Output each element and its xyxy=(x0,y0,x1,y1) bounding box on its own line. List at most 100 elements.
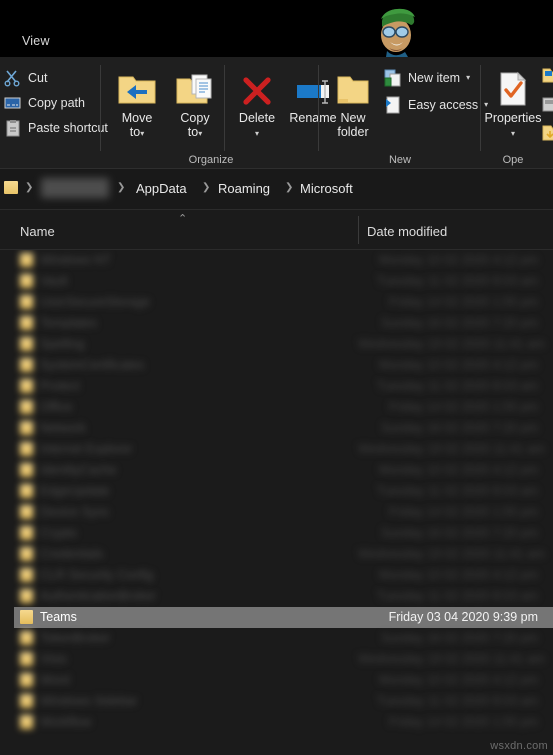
folder-icon xyxy=(20,715,33,729)
table-row[interactable]: Word Monday 10 02 2020 4:12 pm xyxy=(14,670,553,691)
easy-access-label: Easy access xyxy=(408,97,479,112)
breadcrumb-item-appdata[interactable]: AppData xyxy=(136,181,187,196)
file-name: Network xyxy=(40,421,86,435)
table-row[interactable]: Office Friday 14 02 2020 1:55 pm xyxy=(14,397,553,418)
copy-to-label-2: to▾ xyxy=(187,125,203,139)
move-to-label-1: Move xyxy=(121,111,153,125)
table-row[interactable]: Teams Friday 03 04 2020 9:39 pm xyxy=(14,607,553,628)
file-explorer-window: View Cut Copy path Paste shortcut Move t… xyxy=(0,0,553,755)
file-list[interactable]: Windows NT Monday 10 02 2020 4:12 pm Vault… xyxy=(0,250,553,755)
file-date-modified: Tuesday 11 02 2020 8:03 am xyxy=(376,379,538,393)
file-name: TokenBroker xyxy=(40,631,111,645)
folder-icon xyxy=(20,463,33,477)
properties-label: Properties xyxy=(484,111,542,125)
file-name: Windows Sidebar xyxy=(40,694,138,708)
file-name: SystemCertificates xyxy=(40,358,145,372)
file-date-modified: Sunday 16 02 2020 7:20 pm xyxy=(380,631,538,645)
folder-icon xyxy=(20,400,33,414)
table-row[interactable]: TokenBroker Sunday 16 02 2020 7:20 pm xyxy=(14,628,553,649)
table-row[interactable]: Device Sync Friday 14 02 2020 1:55 pm xyxy=(14,502,553,523)
folder-icon xyxy=(20,589,33,603)
paste-shortcut-label: Paste shortcut xyxy=(28,120,108,135)
watermark: wsxdn.com xyxy=(490,740,548,752)
table-row[interactable]: Templates Sunday 16 02 2020 7:20 pm xyxy=(14,313,553,334)
move-to-caret[interactable]: ▾ xyxy=(140,129,144,138)
new-item-button[interactable]: New item ▾ xyxy=(382,66,470,89)
easy-access-button[interactable]: Easy access ▾ xyxy=(382,93,488,116)
table-row[interactable]: Network Sunday 16 02 2020 7:20 pm xyxy=(14,418,553,439)
breadcrumb-separator-2: ❯ xyxy=(202,182,211,193)
table-row[interactable]: Windows NT Monday 10 02 2020 4:12 pm xyxy=(14,250,553,271)
table-row[interactable]: Vault Tuesday 11 02 2020 8:03 am xyxy=(14,271,553,292)
file-name: EdgeUpdate xyxy=(40,484,110,498)
file-name: Device Sync xyxy=(40,505,110,519)
file-date-modified: Tuesday 11 02 2020 8:03 am xyxy=(376,484,538,498)
table-row[interactable]: CLR Security Config Monday 10 02 2020 4:1… xyxy=(14,565,553,586)
breadcrumb-bar: ❯ ❯ AppData ❯ Roaming ❯ Microsoft xyxy=(0,169,553,210)
table-row[interactable]: Windows Sidebar Tuesday 11 02 2020 8:03 a… xyxy=(14,691,553,712)
new-folder-button[interactable]: New folder xyxy=(324,65,382,139)
breadcrumb-item-microsoft[interactable]: Microsoft xyxy=(300,181,353,196)
history-button-icon[interactable] xyxy=(542,125,553,148)
table-row[interactable]: Spelling Wednesday 19 02 2020 11:41 am xyxy=(14,334,553,355)
sort-ascending-icon: ⌃ xyxy=(178,213,188,225)
copy-path-button[interactable]: Copy path xyxy=(2,91,85,114)
folder-icon xyxy=(20,484,33,498)
table-row[interactable]: Workflow Friday 14 02 2020 1:55 pm xyxy=(14,712,553,733)
file-date-modified: Monday 10 02 2020 4:12 pm xyxy=(378,358,538,372)
file-date-modified: Wednesday 19 02 2020 11:41 am xyxy=(358,652,545,666)
folder-icon xyxy=(20,652,33,666)
tab-view[interactable]: View xyxy=(22,34,50,48)
table-row[interactable]: Protect Tuesday 11 02 2020 8:03 am xyxy=(14,376,553,397)
table-row[interactable]: Visio Wednesday 19 02 2020 11:41 am xyxy=(14,649,553,670)
new-group-label: New xyxy=(388,154,411,166)
properties-caret[interactable]: ▾ xyxy=(511,129,515,138)
folder-icon xyxy=(20,379,33,393)
copy-to-button[interactable]: Copy to▾ xyxy=(166,65,224,141)
column-header-name[interactable]: Name xyxy=(20,224,55,239)
file-date-modified: Friday 14 02 2020 1:55 pm xyxy=(388,715,538,729)
table-row[interactable]: EdgeUpdate Tuesday 11 02 2020 8:03 am xyxy=(14,481,553,502)
file-name: Windows NT xyxy=(40,253,111,267)
paste-shortcut-button[interactable]: Paste shortcut xyxy=(2,116,108,139)
file-name: Internet Explorer xyxy=(40,442,133,456)
column-divider[interactable] xyxy=(358,216,359,244)
open-button-icon[interactable] xyxy=(542,67,553,88)
file-name: Credentials xyxy=(40,547,104,561)
scissors-icon xyxy=(4,69,22,87)
copy-to-caret[interactable]: ▾ xyxy=(198,129,202,138)
ribbon-separator-4 xyxy=(480,65,481,151)
table-row[interactable]: Credentials Wednesday 19 02 2020 11:41 am xyxy=(14,544,553,565)
cut-label: Cut xyxy=(28,70,48,85)
file-name: Templates xyxy=(40,316,97,330)
file-name: Visio xyxy=(40,652,67,666)
folder-icon xyxy=(20,295,33,309)
file-date-modified: Wednesday 19 02 2020 11:41 am xyxy=(358,337,545,351)
properties-button[interactable]: Properties ▾ xyxy=(482,65,544,141)
table-row[interactable]: Crypto Sunday 16 02 2020 7:20 pm xyxy=(14,523,553,544)
folder-icon xyxy=(20,358,33,372)
new-item-caret[interactable]: ▾ xyxy=(466,73,470,82)
file-date-modified: Wednesday 19 02 2020 11:41 am xyxy=(358,547,545,561)
file-name: CLR Security Config xyxy=(40,568,154,582)
breadcrumb-item-user-redacted[interactable] xyxy=(41,178,109,198)
table-row[interactable]: AuthenticationBroker Tuesday 11 02 2020 8… xyxy=(14,586,553,607)
cut-button[interactable]: Cut xyxy=(2,66,47,89)
file-name: Teams xyxy=(40,610,77,624)
folder-icon xyxy=(20,505,33,519)
folder-icon[interactable] xyxy=(4,181,18,194)
table-row[interactable]: IdentityCache Monday 10 02 2020 4:12 pm xyxy=(14,460,553,481)
folder-icon xyxy=(20,421,33,435)
ribbon-group-new: New folder New item ▾ Easy access ▾ New xyxy=(320,57,488,169)
column-header-date-modified[interactable]: Date modified xyxy=(367,224,447,239)
move-to-button[interactable]: Move to▾ xyxy=(108,65,166,141)
delete-caret[interactable]: ▾ xyxy=(255,129,259,138)
table-row[interactable]: SystemCertificates Monday 10 02 2020 4:12… xyxy=(14,355,553,376)
file-name: AuthenticationBroker xyxy=(40,589,157,603)
file-name: UserSecureStorage xyxy=(40,295,150,309)
edit-button-icon[interactable] xyxy=(542,97,553,118)
table-row[interactable]: UserSecureStorage Friday 14 02 2020 1:55 … xyxy=(14,292,553,313)
table-row[interactable]: Internet Explorer Wednesday 19 02 2020 11… xyxy=(14,439,553,460)
copy-path-icon xyxy=(4,94,22,112)
breadcrumb-item-roaming[interactable]: Roaming xyxy=(218,181,270,196)
